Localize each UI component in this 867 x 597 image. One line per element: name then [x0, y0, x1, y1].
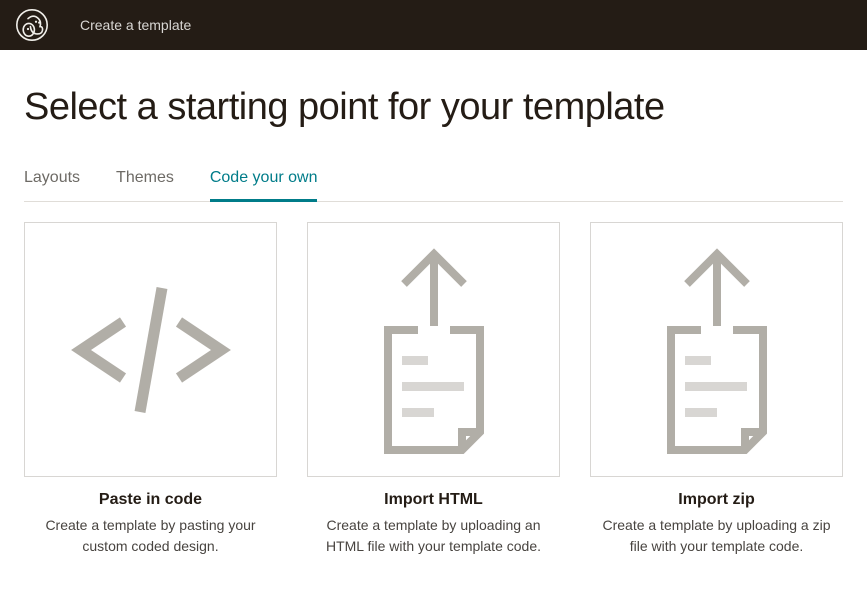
card-import-html-image[interactable]: [307, 222, 560, 477]
card-title: Paste in code: [99, 491, 202, 509]
card-import-html: Import HTML Create a template by uploadi…: [307, 222, 560, 557]
tab-code-your-own[interactable]: Code your own: [210, 169, 318, 202]
top-bar: Create a template: [0, 0, 867, 50]
card-description: Create a template by pasting your custom…: [24, 515, 277, 557]
code-icon: [61, 270, 241, 430]
tab-themes[interactable]: Themes: [116, 169, 174, 202]
upload-file-icon: [637, 240, 797, 460]
tab-layouts[interactable]: Layouts: [24, 169, 80, 202]
card-description: Create a template by uploading an HTML f…: [307, 515, 560, 557]
card-description: Create a template by uploading a zip fil…: [590, 515, 843, 557]
main-content: Select a starting point for your templat…: [0, 50, 867, 597]
card-title: Import HTML: [384, 491, 483, 509]
upload-file-icon: [354, 240, 514, 460]
card-title: Import zip: [678, 491, 754, 509]
card-paste-in-code: Paste in code Create a template by pasti…: [24, 222, 277, 557]
card-import-zip: Import zip Create a template by uploadin…: [590, 222, 843, 557]
mailchimp-logo-icon[interactable]: [16, 9, 48, 41]
cards-row: Paste in code Create a template by pasti…: [24, 222, 843, 557]
page-breadcrumb: Create a template: [80, 17, 191, 33]
card-paste-in-code-image[interactable]: [24, 222, 277, 477]
tabs: Layouts Themes Code your own: [24, 169, 843, 202]
card-import-zip-image[interactable]: [590, 222, 843, 477]
page-heading: Select a starting point for your templat…: [24, 86, 843, 129]
